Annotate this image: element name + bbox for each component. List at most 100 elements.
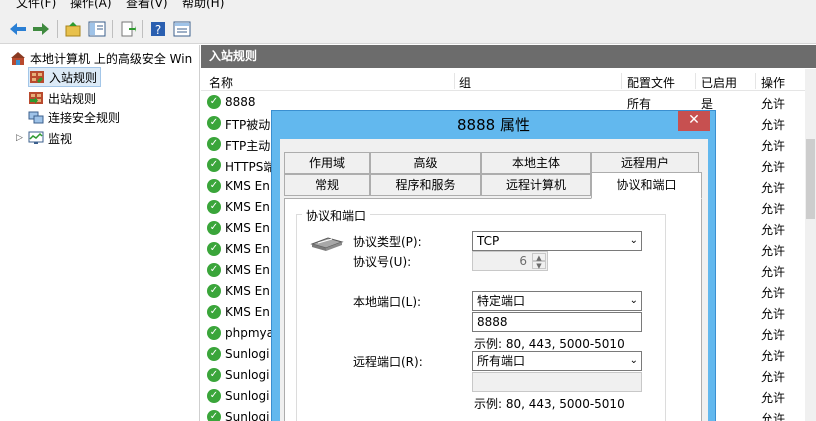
tab-scope[interactable]: 作用域 [284,152,370,174]
spin-up-icon[interactable]: ▲ [532,253,546,262]
rule-action: 允许 [761,139,786,153]
rule-action: 允许 [761,307,786,321]
tree-item-outbound-rules[interactable]: 出站规则 [28,88,96,108]
rule-action: 允许 [761,244,786,258]
expand-arrow-icon[interactable]: ▷ [16,133,28,143]
rule-enabled-check-icon: ✓ [207,284,221,298]
column-header-enabled[interactable]: 已启用 [701,74,737,91]
rule-name: KMS En [225,200,270,214]
firewall-house-icon [11,52,25,65]
tree-item-inbound-rules[interactable]: 入站规则 [28,67,102,87]
menu-bar: 文件(F) 操作(A) 查看(V) 帮助(H) [0,0,816,12]
rule-action: 允许 [761,118,786,132]
column-header-name[interactable]: 名称 [209,74,233,91]
remote-port-example: 示例: 80, 443, 5000-5010 [474,397,625,411]
scrollbar-thumb[interactable] [806,139,815,219]
rule-action: 允许 [761,97,786,111]
local-port-input[interactable]: 8888 [472,312,642,332]
tree-item-label: 监视 [48,131,73,146]
rule-enabled-check-icon: ✓ [207,389,221,403]
tab-remote-computers[interactable]: 远程计算机 [481,174,591,196]
rule-name: Sunlogi [225,410,270,421]
local-port-select[interactable]: 特定端口 ⌄ [472,291,642,311]
remote-port-label: 远程端口(R): [353,355,423,369]
rule-action: 允许 [761,391,786,405]
rule-enabled-check-icon: ✓ [207,137,221,151]
dialog-title: 8888 属性 [457,116,530,134]
column-header-action[interactable]: 操作 [761,74,785,91]
local-port-label: 本地端口(L): [353,295,422,309]
panel-title: 入站规则 [201,45,816,68]
rule-name: KMS En [225,242,270,256]
properties-dialog: 8888 属性 ✕ 作用域 高级 本地主体 远程用户 常规 程序和服务 远程计算… [271,110,716,421]
rule-action: 允许 [761,160,786,174]
back-icon[interactable] [8,19,28,39]
tree-root[interactable]: 本地计算机 上的高级安全 Win [10,48,192,68]
group-title: 协议和端口 [302,207,371,224]
dialog-body: 作用域 高级 本地主体 远程用户 常规 程序和服务 远程计算机 协议和端口 协议… [280,139,708,421]
rule-name: KMS En [225,179,270,193]
close-button[interactable]: ✕ [678,111,710,131]
vertical-scrollbar[interactable] [805,69,816,421]
menu-action[interactable]: 操作(A) [70,0,112,11]
spin-down-icon[interactable]: ▼ [532,261,546,270]
rule-name: 8888 [225,95,256,109]
svg-text:?: ? [155,23,161,37]
rule-name: FTP主动 [225,139,271,153]
local-port-example: 示例: 80, 443, 5000-5010 [474,337,625,351]
tree-item-monitoring[interactable]: ▷ 监视 [16,128,72,148]
rule-enabled-check-icon: ✓ [207,410,221,421]
rule-name: HTTPS端 [225,160,276,174]
tab-remote-users[interactable]: 远程用户 [591,152,699,174]
menu-file[interactable]: 文件(F) [16,0,56,11]
forward-icon[interactable] [31,19,51,39]
help-icon[interactable]: ? [148,19,168,39]
tab-general[interactable]: 常规 [284,174,370,196]
monitoring-icon [28,131,44,144]
remote-port-input[interactable] [472,372,642,392]
tab-programs-services[interactable]: 程序和服务 [370,174,481,196]
chevron-down-icon: ⌄ [629,235,638,246]
rule-action: 允许 [761,286,786,300]
console-tree: 本地计算机 上的高级安全 Win 入站规则 出站规则 连接安全规则 ▷ 监视 [0,45,200,421]
protocol-type-value: TCP [477,234,500,248]
export-list-icon[interactable] [118,19,138,39]
menu-view[interactable]: 查看(V) [126,0,168,11]
properties-view-icon[interactable] [172,19,192,39]
rule-action: 允许 [761,181,786,195]
local-port-value: 特定端口 [477,294,526,308]
tree-item-label: 连接安全规则 [48,110,121,125]
tab-advanced[interactable]: 高级 [370,152,481,174]
protocol-type-select[interactable]: TCP ⌄ [472,231,642,251]
rule-enabled-check-icon: ✓ [207,263,221,277]
rule-name: phpmya [225,326,274,340]
mmc-window: 文件(F) 操作(A) 查看(V) 帮助(H) ? 本地计算机 上的高级安全 W… [0,0,816,421]
tab-protocols-ports[interactable]: 协议和端口 [591,172,702,199]
rule-enabled-check-icon: ✓ [207,158,221,172]
menu-help[interactable]: 帮助(H) [182,0,224,11]
remote-port-select[interactable]: 所有端口 ⌄ [472,351,642,371]
protocol-number-stepper[interactable]: 6 ▲ ▼ [472,251,548,271]
inbound-rules-icon [30,71,44,83]
rule-action: 允许 [761,412,786,421]
tree-root-label: 本地计算机 上的高级安全 Win [30,51,193,66]
rule-enabled-check-icon: ✓ [207,179,221,193]
rule-enabled-check-icon: ✓ [207,326,221,340]
rule-enabled-check-icon: ✓ [207,95,221,109]
rule-enabled-check-icon: ✓ [207,200,221,214]
tree-item-connection-security-rules[interactable]: 连接安全规则 [28,107,120,127]
show-hide-tree-icon[interactable] [87,19,107,39]
rule-action: 允许 [761,202,786,216]
column-header-profile[interactable]: 配置文件 [627,74,675,91]
rule-action: 允许 [761,328,786,342]
protocol-number-label: 协议号(U): [353,255,412,269]
tab-local-principals[interactable]: 本地主体 [481,152,591,174]
rule-action: 允许 [761,349,786,363]
up-folder-icon[interactable] [63,19,83,39]
rule-enabled-check-icon: ✓ [207,347,221,361]
rule-name: Sunlogi [225,347,270,361]
column-header-group[interactable]: 组 [459,74,471,91]
rule-action: 允许 [761,223,786,237]
remote-port-value: 所有端口 [477,354,526,368]
rule-name: KMS En [225,221,270,235]
